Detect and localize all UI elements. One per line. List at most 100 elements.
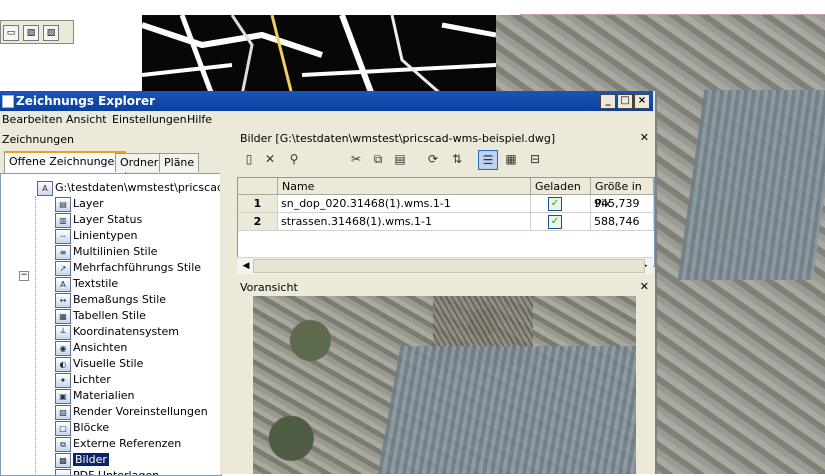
tree-item[interactable]: A Textstile <box>55 276 119 292</box>
tree-item[interactable]: ↗ Mehrfachführungs Stile <box>55 260 202 276</box>
tree-item-label: Textstile <box>73 277 119 290</box>
images-icon: ▩ <box>55 453 71 468</box>
tree-item[interactable]: ↔ Bemaßungs Stile <box>55 292 167 308</box>
tree-item[interactable]: ✦ Lichter <box>55 372 111 388</box>
tree-item[interactable]: ▩ Bilder <box>55 452 109 468</box>
column-header-loaded[interactable]: Geladen <box>531 178 591 195</box>
images-toolbar: ▯ ✕ ⚲ ✂ ⧉ ▤ ⟳ ⇅ ☰ ▦ ⊟ <box>237 148 653 170</box>
row-number[interactable]: 1 <box>238 195 278 213</box>
station-roof <box>677 90 825 280</box>
tiles-view-icon[interactable]: ▦ <box>502 150 520 168</box>
menu-ansicht[interactable]: Ansicht <box>66 113 107 126</box>
tree-item[interactable]: ▤ Layer <box>55 196 104 212</box>
loaded-checkbox[interactable]: ✓ <box>548 197 562 211</box>
new-image-icon[interactable]: ▯ <box>240 150 258 168</box>
drawing-tree: − A G:\testdaten\wmstest\pricscad-wr ▤La… <box>0 173 222 476</box>
tree-item[interactable]: ▦ Tabellen Stile <box>55 308 146 324</box>
tree-item[interactable]: ◐ Visuelle Stile <box>55 356 144 372</box>
tree-item-label: Tabellen Stile <box>73 309 146 322</box>
tree-item[interactable]: ▨ Render Voreinstellungen <box>55 404 208 420</box>
print-icon[interactable]: ▭ <box>3 25 19 41</box>
multileader-style-icon: ↗ <box>55 261 71 276</box>
xref-icon: ⧉ <box>55 437 71 452</box>
preview-panel-title: Voransicht <box>240 281 298 294</box>
materials-icon: ▣ <box>55 389 71 404</box>
cut-icon[interactable]: ✂ <box>347 150 365 168</box>
delete-icon[interactable]: ✕ <box>261 150 279 168</box>
maximize-button[interactable]: □ <box>617 94 633 109</box>
images-table: Name Geladen Größe in Pix 1 sn_dop_020.3… <box>237 177 655 267</box>
column-header-size[interactable]: Größe in Pix <box>591 178 654 210</box>
preview-image <box>253 296 636 474</box>
tree-item-label: Visuelle Stile <box>73 357 144 370</box>
multiline-style-icon: ≡ <box>55 245 71 260</box>
dimension-style-icon: ↔ <box>55 293 71 308</box>
image-name-cell[interactable]: strassen.31468(1).wms.1-1 <box>278 213 531 231</box>
menu-bar: Bearbeiten Ansicht Einstellungen Hilfe <box>0 111 653 129</box>
paste-icon[interactable]: ▤ <box>391 150 409 168</box>
title-bar[interactable]: Zeichnungs Explorer _ □ × <box>0 91 653 111</box>
menu-bearbeiten[interactable]: Bearbeiten <box>2 113 62 126</box>
preview-station-roof <box>375 346 636 474</box>
preview-panel-close-icon[interactable]: ✕ <box>640 280 649 293</box>
tree-item-label: Mehrfachführungs Stile <box>73 261 202 274</box>
toolbar-fragment: ▭ ▨ ▧ <box>0 20 74 44</box>
details-view-icon[interactable]: ☰ <box>478 150 498 170</box>
tab-layouts[interactable]: Pläne <box>159 153 200 172</box>
tree-item[interactable]: □ Blöcke <box>55 420 109 436</box>
hatch-icon[interactable]: ▨ <box>23 25 39 41</box>
tree-item-label: Ansichten <box>73 341 128 354</box>
brush-icon[interactable]: ⚲ <box>285 150 303 168</box>
tree-item[interactable]: ◉ Ansichten <box>55 340 128 356</box>
tree-root[interactable]: A G:\testdaten\wmstest\pricscad-wr <box>37 180 221 196</box>
tree-item-label: Layer Status <box>73 213 143 226</box>
tree-view-icon[interactable]: ⊟ <box>526 150 544 168</box>
tree-guide-line <box>35 196 37 475</box>
row-number[interactable]: 2 <box>238 213 278 231</box>
hatch-edit-icon[interactable]: ▧ <box>43 25 59 41</box>
tree-item[interactable]: ≡ Multilinien Stile <box>55 244 157 260</box>
blocks-icon: □ <box>55 421 71 436</box>
close-button[interactable]: × <box>634 94 650 109</box>
tab-open-drawings[interactable]: Offene Zeichnungen <box>4 151 127 174</box>
scrollbar-thumb[interactable] <box>253 259 645 273</box>
reload-icon[interactable]: ⟳ <box>424 150 442 168</box>
swap-icon[interactable]: ⇅ <box>448 150 466 168</box>
loaded-cell[interactable]: ✓ <box>531 213 591 231</box>
coordinate-system-icon: ┴ <box>55 325 71 340</box>
explorer-icon <box>2 95 14 108</box>
tree-root-label: G:\testdaten\wmstest\pricscad-wr <box>55 181 221 194</box>
tree-scrollbar[interactable] <box>220 173 232 474</box>
tree-item[interactable]: ▣ Materialien <box>55 388 134 404</box>
tree-item-label: Externe Referenzen <box>73 437 182 450</box>
scroll-left-icon[interactable]: ◀ <box>239 260 253 272</box>
visual-style-icon: ◐ <box>55 357 71 372</box>
row-number-header <box>238 178 278 195</box>
copy-icon[interactable]: ⧉ <box>369 150 387 168</box>
images-panel-close-icon[interactable]: ✕ <box>640 131 649 144</box>
tree-item-label: Layer <box>73 197 104 210</box>
tree-item[interactable]: ▥ Layer Status <box>55 212 143 228</box>
tree-item[interactable]: ▭PDF Unterlagen <box>55 468 159 475</box>
pdf-icon: ▭ <box>55 469 71 475</box>
tree-item[interactable]: ┄ Linientypen <box>55 228 138 244</box>
images-panel-title: Bilder [G:\testdaten\wmstest\pricscad-wm… <box>240 132 556 145</box>
tree-item[interactable]: ┴ Koordinatensystem <box>55 324 180 340</box>
tree-item[interactable]: ⧉ Externe Referenzen <box>55 436 182 452</box>
images-panel-header: Bilder [G:\testdaten\wmstest\pricscad-wm… <box>237 131 653 147</box>
tree-item-label: Bemaßungs Stile <box>73 293 167 306</box>
drawing-icon: A <box>37 181 53 196</box>
column-header-name[interactable]: Name <box>278 178 531 195</box>
tab-folders[interactable]: Ordner <box>115 153 164 172</box>
drawings-tabs: Offene Zeichnungen Ordner Pläne <box>0 149 232 174</box>
menu-einstellungen[interactable]: Einstellungen <box>112 113 187 126</box>
tree-expander[interactable]: − <box>19 271 29 281</box>
tree-item-label: Koordinatensystem <box>73 325 180 338</box>
loaded-cell[interactable]: ✓ <box>531 195 591 213</box>
loaded-checkbox[interactable]: ✓ <box>548 215 562 229</box>
menu-hilfe[interactable]: Hilfe <box>187 113 212 126</box>
minimize-button[interactable]: _ <box>600 94 616 109</box>
size-cell: 945,739 <box>591 195 654 213</box>
image-name-cell[interactable]: sn_dop_020.31468(1).wms.1-1 <box>278 195 531 213</box>
drawings-panel-header: Zeichnungen <box>0 131 232 147</box>
